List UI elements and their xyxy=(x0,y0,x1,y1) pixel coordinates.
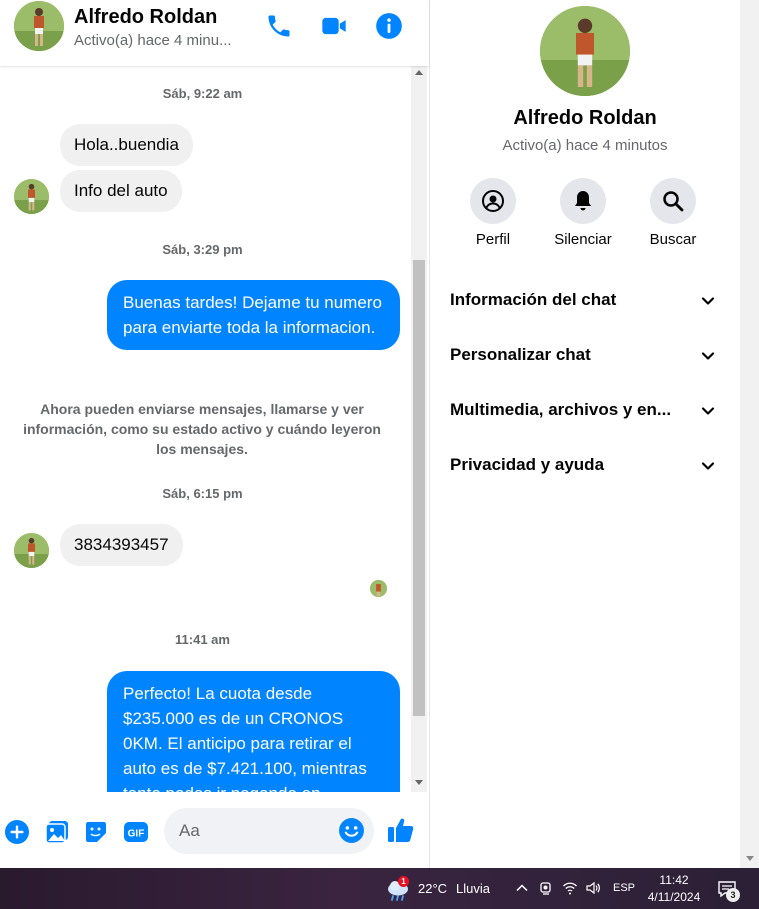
scroll-thumb[interactable] xyxy=(413,260,425,716)
section-label: Información del chat xyxy=(450,290,617,309)
outgoing-message[interactable]: Buenas tardes! Dejame tu numero para env… xyxy=(107,280,400,350)
chevron-down-icon xyxy=(701,407,715,415)
section-label: Privacidad y ayuda xyxy=(450,455,605,474)
video-icon[interactable] xyxy=(320,12,348,40)
gif-icon[interactable]: GIF xyxy=(123,819,149,845)
profile-button-label: Perfil xyxy=(475,231,511,248)
clock-date[interactable]: 4/11/2024 xyxy=(645,890,703,904)
profile-button[interactable]: Perfil xyxy=(448,178,538,248)
message-scrollbar[interactable] xyxy=(411,66,427,792)
image-icon[interactable] xyxy=(44,819,70,845)
incoming-message[interactable]: Info del auto xyxy=(60,170,182,212)
scroll-down-icon[interactable] xyxy=(415,780,423,785)
sender-avatar xyxy=(14,533,49,568)
notification-count-badge: 3 xyxy=(726,888,740,902)
profile-avatar[interactable] xyxy=(540,6,630,96)
sender-avatar xyxy=(14,179,49,214)
section-customize-chat[interactable]: Personalizar chat xyxy=(440,335,730,375)
wifi-icon[interactable] xyxy=(562,880,578,896)
incoming-message[interactable]: 3834393457 xyxy=(60,524,183,566)
profile-status: Activo(a) hace 4 minutos xyxy=(502,137,668,154)
info-icon[interactable] xyxy=(375,12,403,40)
contact-name[interactable]: Alfredo Roldan xyxy=(74,6,217,29)
section-media-files[interactable]: Multimedia, archivos y en... xyxy=(440,390,730,430)
profile-name: Alfredo Roldan xyxy=(513,107,657,129)
message-timestamp: 11:41 am xyxy=(175,632,230,647)
window-scrollbar[interactable] xyxy=(740,0,759,868)
message-timestamp: Sáb, 6:15 pm xyxy=(162,486,243,501)
scroll-up-icon[interactable] xyxy=(415,70,423,75)
plus-icon[interactable] xyxy=(4,819,30,845)
message-list[interactable]: Sáb, 9:22 am Hola..buendia Info del auto… xyxy=(0,66,411,792)
message-timestamp: Sáb, 9:22 am xyxy=(162,86,243,101)
section-chat-info[interactable]: Información del chat xyxy=(440,280,730,320)
clock-time[interactable]: 11:42 xyxy=(645,873,703,887)
chevron-up-icon[interactable] xyxy=(514,880,530,896)
bell-icon xyxy=(560,178,606,224)
section-label: Multimedia, archivos y en... xyxy=(450,400,672,419)
search-button-label: Buscar xyxy=(649,231,697,248)
search-icon xyxy=(650,178,696,224)
taskbar: 1 22°C Lluvia ESP 11:42 4/11/2024 3 xyxy=(0,868,759,909)
search-button[interactable]: Buscar xyxy=(628,178,718,248)
weather-temperature[interactable]: 22°C xyxy=(418,881,447,896)
sticker-icon[interactable] xyxy=(83,819,109,845)
conversation-info-panel: Alfredo Roldan Activo(a) hace 4 minutos … xyxy=(430,0,740,868)
scroll-down-icon[interactable] xyxy=(746,856,754,861)
mute-button[interactable]: Silenciar xyxy=(538,178,628,248)
phone-icon[interactable] xyxy=(265,12,293,40)
chevron-down-icon xyxy=(701,297,715,305)
seen-indicator-avatar xyxy=(370,580,387,597)
system-notice: Ahora pueden enviarse mensajes, llamarse… xyxy=(23,401,381,457)
mute-button-label: Silenciar xyxy=(554,231,612,248)
gif-label: GIF xyxy=(128,829,145,840)
section-label: Personalizar chat xyxy=(450,345,591,364)
contact-status: Activo(a) hace 4 minu... xyxy=(74,32,232,49)
weather-alert-badge: 1 xyxy=(398,876,409,887)
outgoing-message[interactable]: Perfecto! La cuota desde $235.000 es de … xyxy=(107,671,400,792)
profile-icon xyxy=(470,178,516,224)
weather-description[interactable]: Lluvia xyxy=(456,881,490,896)
input-language[interactable]: ESP xyxy=(613,882,635,894)
chevron-down-icon xyxy=(701,462,715,470)
camera-tray-icon[interactable] xyxy=(538,880,554,896)
contact-avatar[interactable] xyxy=(14,1,64,51)
chat-pane: Alfredo Roldan Activo(a) hace 4 minu... … xyxy=(0,0,430,868)
section-privacy-help[interactable]: Privacidad y ayuda xyxy=(440,445,730,485)
message-timestamp: Sáb, 3:29 pm xyxy=(162,242,243,257)
incoming-message[interactable]: Hola..buendia xyxy=(60,124,193,166)
like-icon[interactable] xyxy=(386,815,416,845)
chat-header: Alfredo Roldan Activo(a) hace 4 minu... xyxy=(0,0,429,66)
chevron-down-icon xyxy=(701,352,715,360)
composer: GIF xyxy=(0,792,429,868)
volume-icon[interactable] xyxy=(585,880,601,896)
emoji-icon[interactable] xyxy=(338,817,365,844)
